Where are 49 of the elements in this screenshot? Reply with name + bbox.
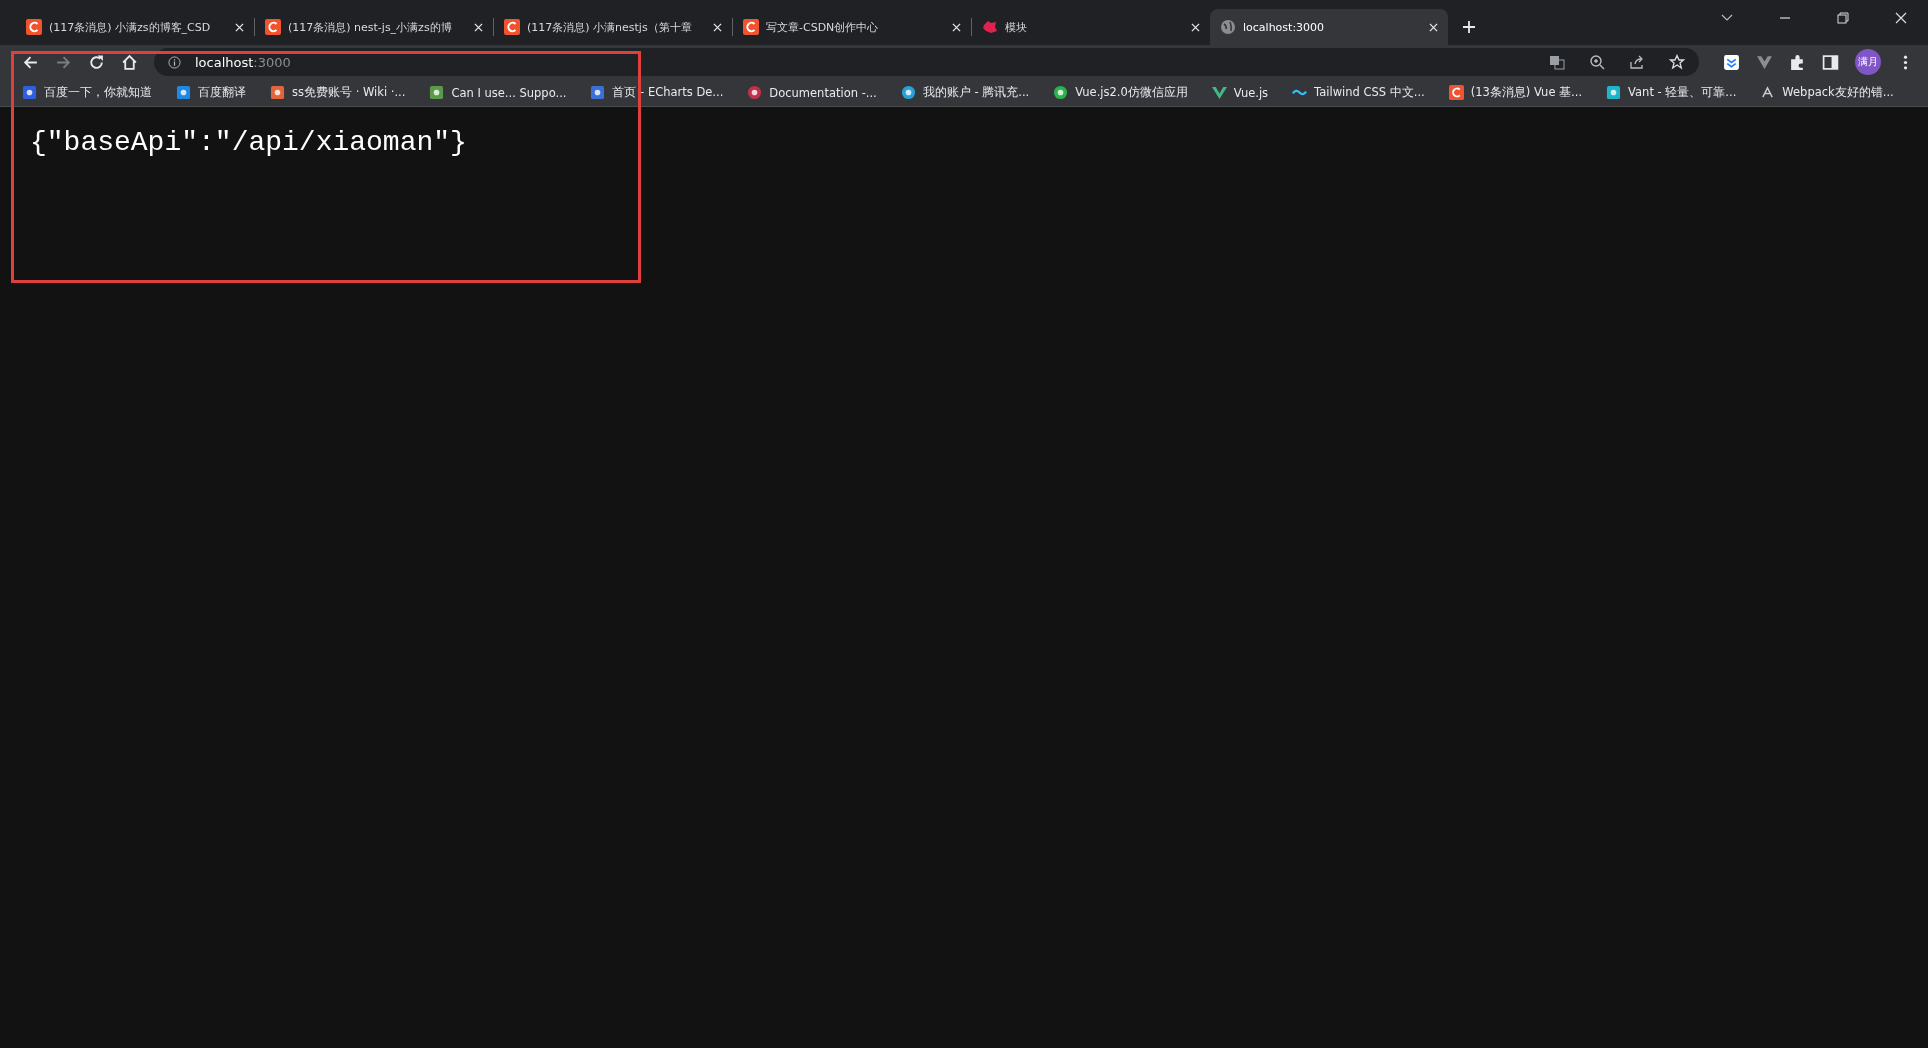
json-response-text: {"baseApi":"/api/xiaoman"} [30, 127, 468, 158]
extension-icon[interactable] [1723, 53, 1740, 71]
star-icon[interactable] [1669, 54, 1685, 70]
bookmark-item[interactable]: ss免费账号 · Wiki ·... [270, 85, 406, 100]
info-icon [168, 55, 181, 69]
close-icon[interactable] [474, 22, 483, 32]
close-icon[interactable] [1429, 22, 1438, 32]
bookmark-item[interactable]: Vue.js [1211, 85, 1269, 100]
address-bar[interactable]: localhost:3000 [154, 48, 1699, 76]
new-tab-icon[interactable] [1462, 20, 1476, 34]
url-text: localhost:3000 [195, 54, 291, 70]
globe-icon [1220, 19, 1236, 35]
favicon-icon [504, 19, 520, 35]
browser-tab[interactable]: (117条消息) nest-js_小满zs的博 [255, 9, 493, 45]
close-icon[interactable] [235, 22, 244, 32]
bookmark-item[interactable]: 百度翻译 [176, 85, 246, 100]
bookmark-item[interactable]: Vant - 轻量、可靠... [1606, 85, 1737, 100]
favicon-icon [265, 19, 281, 35]
browser-tab[interactable]: localhost:3000 [1210, 9, 1448, 45]
bookmark-item[interactable]: (13条消息) Vue 基... [1448, 85, 1583, 100]
bookmark-item[interactable]: Webpack友好的错... [1760, 85, 1894, 100]
close-icon[interactable] [1191, 22, 1200, 32]
restore-icon[interactable] [1836, 11, 1850, 25]
webpack-icon [1760, 85, 1776, 100]
bookmark-item[interactable]: Documentation -... [747, 85, 877, 100]
zoom-icon[interactable] [1589, 54, 1605, 70]
cat-head-icon [982, 19, 998, 35]
puzzle-icon[interactable] [1789, 53, 1806, 71]
bookmark-item[interactable]: 我的账户 - 腾讯充... [900, 85, 1030, 100]
close-icon[interactable] [713, 22, 722, 32]
profile-avatar[interactable]: 满月 [1855, 49, 1881, 75]
close-icon[interactable] [952, 22, 961, 32]
bookmark-item[interactable]: 首页 - ECharts De... [590, 85, 724, 100]
browser-tab[interactable]: (117条消息) 小满zs的博客_CSD [16, 9, 254, 45]
browser-tab[interactable]: 写文章-CSDN创作中心 [733, 9, 971, 45]
favicon-icon [743, 19, 759, 35]
bookmark-item[interactable]: Vue.js2.0仿微信应用 [1053, 85, 1188, 100]
reload-icon[interactable] [88, 53, 105, 71]
side-panel-icon[interactable] [1822, 53, 1839, 71]
bookmark-item[interactable]: Tailwind CSS 中文... [1292, 85, 1425, 100]
share-icon[interactable] [1629, 54, 1645, 70]
vue-devtools-icon[interactable] [1756, 53, 1773, 71]
bookmark-item[interactable]: Can I use... Suppo... [429, 85, 567, 100]
favicon-icon [26, 19, 42, 35]
home-icon[interactable] [121, 53, 138, 71]
browser-tab[interactable]: 模块 [972, 9, 1210, 45]
browser-tab[interactable]: (117条消息) 小满nestjs（第十章 [494, 9, 732, 45]
close-icon[interactable] [1894, 11, 1908, 25]
bookmark-item[interactable]: 百度一下，你就知道 [22, 85, 152, 100]
